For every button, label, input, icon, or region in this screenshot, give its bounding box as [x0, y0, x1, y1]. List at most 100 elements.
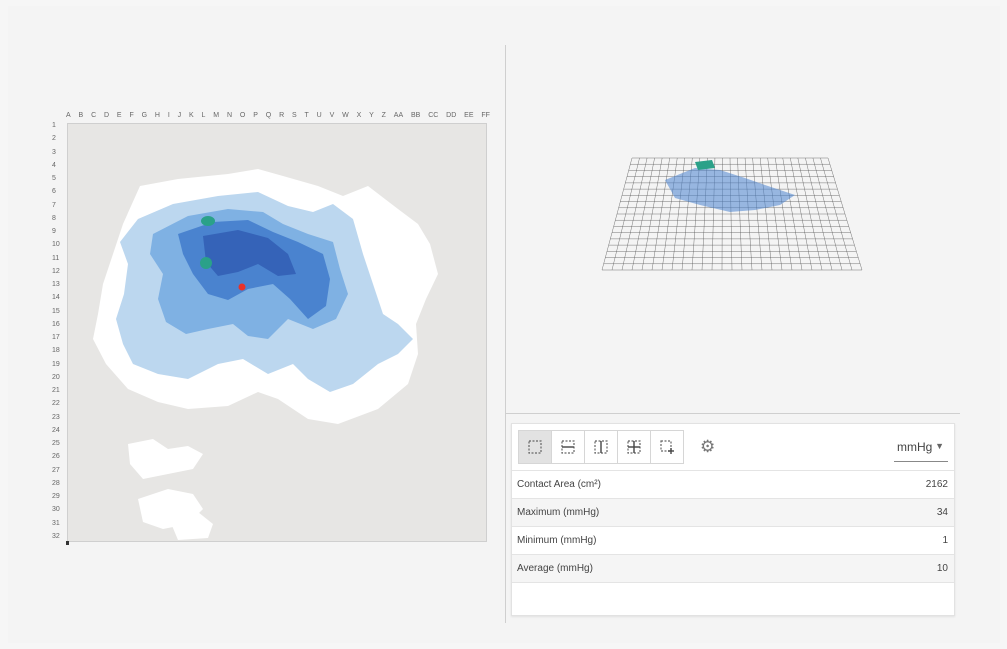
row-label: 7 [52, 201, 56, 209]
column-label: W [342, 112, 349, 119]
column-label: FF [481, 112, 490, 119]
row-label: 4 [52, 161, 56, 169]
chevron-down-icon: ▼ [935, 441, 944, 451]
row-label: 29 [52, 493, 60, 500]
split-vertical-button[interactable] [584, 430, 618, 464]
row-label: 18 [52, 347, 60, 355]
surface-3d-peak [695, 160, 715, 170]
column-label: AA [393, 112, 404, 119]
row-label: 30 [52, 506, 60, 514]
column-label: BB [410, 112, 421, 119]
row-label: 31 [52, 519, 60, 527]
panel-divider [505, 45, 506, 623]
stat-row: Contact Area (cm²) 2162 [512, 470, 954, 498]
row-label: 8 [52, 214, 56, 222]
column-label: DD [446, 112, 457, 119]
row-label: 15 [52, 307, 60, 315]
row-label: 27 [52, 466, 60, 474]
stat-value: 34 [936, 507, 948, 518]
split-vertical-icon [594, 440, 608, 454]
column-label: X [356, 112, 362, 119]
row-label: 28 [52, 479, 60, 487]
row-label: 19 [52, 360, 60, 368]
split-quad-button[interactable] [617, 430, 651, 464]
column-label: F [129, 112, 134, 119]
stat-row: Average (mmHg) 10 [512, 554, 954, 583]
contour-low-patch-3 [168, 512, 213, 540]
column-label: L [201, 112, 206, 119]
row-label: 17 [52, 334, 60, 341]
row-label: 5 [52, 175, 56, 182]
stat-value: 2162 [925, 479, 948, 490]
row-label: 2 [52, 135, 56, 143]
statistics-table: Contact Area (cm²) 2162 Maximum (mmHg) 3… [512, 470, 954, 583]
row-label: 1 [52, 122, 56, 129]
gear-icon[interactable]: ⚙ [700, 438, 715, 455]
select-rect-button[interactable] [518, 430, 552, 464]
add-region-icon [660, 440, 674, 454]
row-label: 25 [52, 440, 60, 447]
column-label: D [103, 112, 110, 119]
column-label: J [177, 112, 182, 119]
stat-value: 10 [936, 563, 948, 574]
column-label: H [154, 112, 160, 119]
column-label: V [329, 112, 335, 119]
row-label: 26 [52, 453, 60, 461]
stat-value: 1 [942, 535, 948, 546]
row-label: 12 [52, 267, 60, 275]
pressure-map-panel: A B C D E F G H I J K L M N O P Q R S T U V W X Y Z AA BB CC DD EE FF 1… [0, 0, 505, 649]
column-label: Y [369, 112, 374, 119]
select-rect-icon [528, 440, 542, 454]
row-label: 21 [52, 387, 60, 394]
stat-label: Minimum (mmHg) [517, 535, 597, 546]
stat-label: Maximum (mmHg) [517, 507, 600, 518]
column-label: G [141, 112, 148, 119]
row-label: 23 [52, 413, 60, 421]
row-label: 22 [52, 400, 60, 408]
section-divider [505, 413, 960, 414]
column-label: E [116, 112, 122, 119]
split-horizontal-icon [561, 440, 575, 454]
row-label: 16 [52, 320, 60, 328]
stat-row: Maximum (mmHg) 34 [512, 498, 954, 526]
column-label: EE [464, 112, 474, 119]
surface-3d-view[interactable] [590, 150, 880, 280]
column-label: Q [265, 112, 272, 119]
column-label: K [188, 112, 194, 119]
center-of-pressure-marker [238, 283, 246, 291]
column-label: R [279, 112, 285, 119]
row-labels: 1 2 3 4 5 6 7 8 9 10 11 12 13 14 15 16 17 18 19 20 21 22 23 24 2… [52, 122, 66, 540]
split-quad-icon [627, 440, 641, 454]
column-labels: A B C D E F G H I J K L M N O P Q R S T U V W X Y Z AA BB CC DD EE FF [66, 112, 490, 122]
row-label: 14 [52, 294, 60, 302]
corner-marker [66, 541, 69, 545]
contour-low-patch-1 [128, 439, 203, 479]
column-label: O [239, 112, 246, 119]
split-horizontal-button[interactable] [551, 430, 585, 464]
column-label: P [253, 112, 258, 119]
column-label: S [291, 112, 297, 119]
row-label: 32 [52, 532, 60, 540]
surface-3d-hotspot [665, 168, 795, 212]
column-label: B [78, 112, 84, 119]
pressure-heatmap[interactable] [67, 123, 487, 542]
column-label: A [66, 112, 71, 119]
row-label: 11 [52, 254, 60, 262]
column-label: CC [428, 112, 439, 119]
row-label: 3 [52, 148, 56, 156]
add-region-button[interactable] [650, 430, 684, 464]
row-label: 13 [52, 281, 60, 288]
column-label: Z [381, 112, 386, 119]
contour-peak-1 [201, 216, 215, 226]
row-label: 9 [52, 228, 56, 235]
column-label: M [213, 112, 220, 119]
row-label: 10 [52, 241, 60, 249]
unit-select[interactable]: mmHg ▼ [894, 434, 948, 462]
column-label: C [91, 112, 97, 119]
column-label: T [304, 112, 309, 119]
stat-label: Average (mmHg) [517, 563, 593, 574]
column-label: N [226, 112, 233, 119]
unit-select-value: mmHg [897, 440, 933, 454]
region-toolbar [518, 430, 684, 464]
statistics-card: ⚙ mmHg ▼ Contact Area (cm²) 2162 Maximum… [511, 423, 955, 616]
